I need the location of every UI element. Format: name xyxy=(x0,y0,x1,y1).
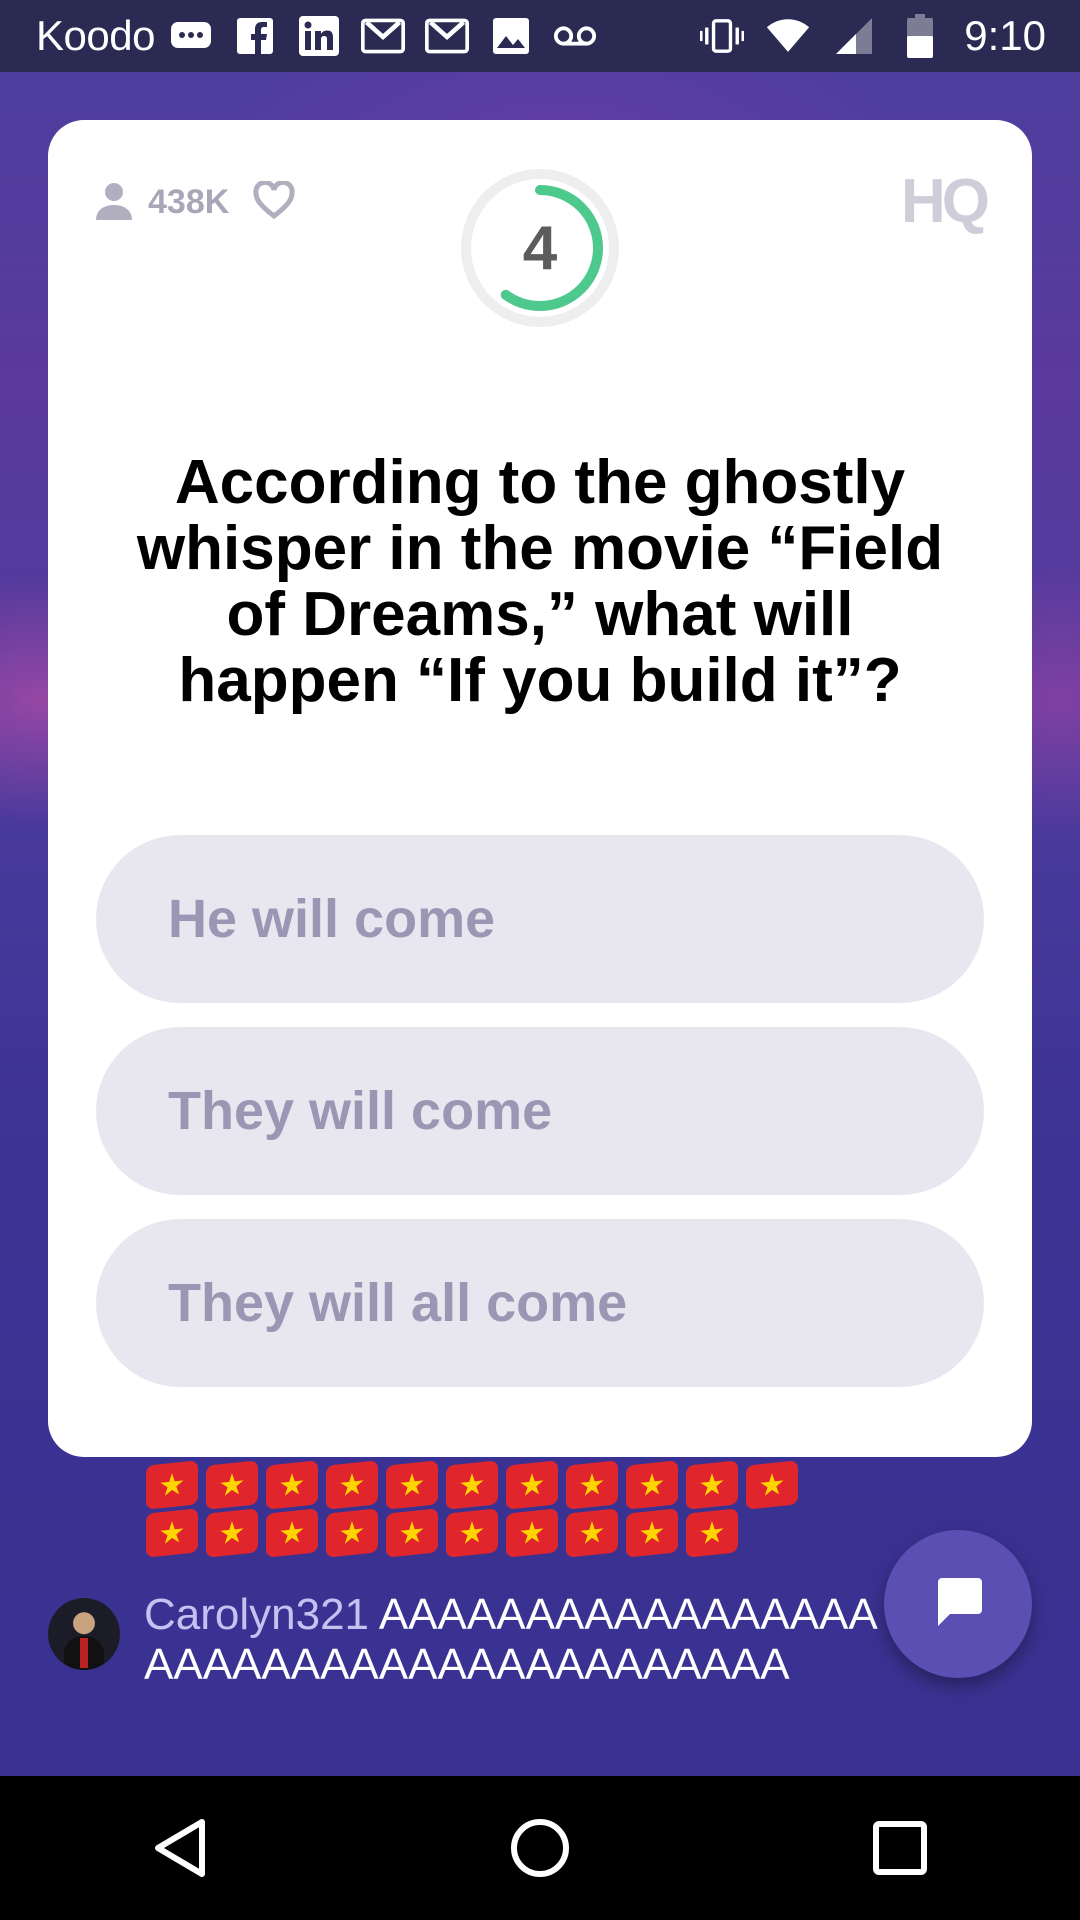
vietnam-flag-emoji: ★ xyxy=(626,1460,678,1510)
notification-icons xyxy=(169,14,597,58)
timer-value: 4 xyxy=(522,213,558,283)
vietnam-flag-emoji: ★ xyxy=(746,1460,798,1510)
chat-username: Carolyn321 xyxy=(144,1590,370,1639)
vietnam-flag-emoji: ★ xyxy=(146,1508,198,1558)
vietnam-flag-emoji: ★ xyxy=(326,1508,378,1558)
chat-reactions: ★ ★ ★ ★ ★ ★ ★ ★ ★ ★ ★ ★ ★ ★ ★ ★ ★ ★ ★ ★ ★ xyxy=(146,1460,846,1559)
flag-row: ★ ★ ★ ★ ★ ★ ★ ★ ★ ★ xyxy=(146,1508,846,1558)
vietnam-flag-emoji: ★ xyxy=(206,1508,258,1558)
vietnam-flag-emoji: ★ xyxy=(566,1508,618,1558)
answer-label: They will all come xyxy=(168,1273,628,1333)
chat-icon xyxy=(930,1574,986,1635)
vietnam-flag-emoji: ★ xyxy=(266,1508,318,1558)
vibrate-icon xyxy=(700,14,745,58)
chat-bubble-icon xyxy=(169,14,213,58)
vietnam-flag-emoji: ★ xyxy=(686,1508,738,1558)
chat-toggle-button[interactable] xyxy=(884,1530,1032,1678)
answer-label: He will come xyxy=(168,889,496,949)
vietnam-flag-emoji: ★ xyxy=(566,1460,618,1510)
vietnam-flag-emoji: ★ xyxy=(506,1508,558,1558)
avatar xyxy=(48,1598,120,1670)
vietnam-flag-emoji: ★ xyxy=(386,1508,438,1558)
status-bar: Koodo 9:10 xyxy=(0,0,1080,72)
heart-icon[interactable] xyxy=(253,179,295,224)
vietnam-flag-emoji: ★ xyxy=(446,1460,498,1510)
vietnam-flag-emoji: ★ xyxy=(206,1460,258,1510)
voicemail-icon xyxy=(553,14,597,58)
linkedin-icon xyxy=(297,14,341,58)
gmail-icon xyxy=(424,14,469,58)
vietnam-flag-emoji: ★ xyxy=(326,1460,378,1510)
vietnam-flag-emoji: ★ xyxy=(686,1460,738,1510)
facebook-icon xyxy=(233,14,277,58)
vietnam-flag-emoji: ★ xyxy=(446,1508,498,1558)
wifi-icon xyxy=(766,14,810,58)
battery-icon xyxy=(898,14,942,58)
recents-icon xyxy=(873,1821,927,1875)
chat-text: Carolyn321 AAAAAAAAAAAAAAAAAAAAAAAAAAAAA… xyxy=(144,1590,904,1690)
question-card: 438K 4 HQ According to the ghostly whisp… xyxy=(48,120,1032,1457)
back-button[interactable] xyxy=(140,1808,220,1888)
back-icon xyxy=(155,1819,205,1877)
clock: 9:10 xyxy=(964,12,1046,59)
gmail-icon xyxy=(360,14,405,58)
person-icon xyxy=(94,180,134,225)
vietnam-flag-emoji: ★ xyxy=(386,1460,438,1510)
avatar-tie xyxy=(80,1638,88,1668)
vietnam-flag-emoji: ★ xyxy=(506,1460,558,1510)
system-icons: 9:10 xyxy=(700,12,1046,60)
recents-button[interactable] xyxy=(860,1808,940,1888)
home-button[interactable] xyxy=(500,1808,580,1888)
signal-icon xyxy=(832,14,876,58)
answer-option-2[interactable]: They will come xyxy=(96,1027,984,1195)
image-icon xyxy=(489,14,533,58)
answer-option-1[interactable]: He will come xyxy=(96,835,984,1003)
countdown-timer: 4 xyxy=(458,166,622,330)
viewer-info: 438K xyxy=(94,179,295,225)
answer-label: They will come xyxy=(168,1081,553,1141)
flag-row: ★ ★ ★ ★ ★ ★ ★ ★ ★ ★ ★ xyxy=(146,1460,846,1510)
hq-logo: HQ xyxy=(901,167,990,236)
home-icon xyxy=(511,1819,569,1877)
vietnam-flag-emoji: ★ xyxy=(266,1460,318,1510)
answer-option-3[interactable]: They will all come xyxy=(96,1219,984,1387)
navigation-bar xyxy=(0,1776,1080,1920)
vietnam-flag-emoji: ★ xyxy=(146,1460,198,1510)
carrier-name: Koodo xyxy=(36,12,155,59)
viewer-count: 438K xyxy=(148,183,230,221)
vietnam-flag-emoji: ★ xyxy=(626,1508,678,1558)
question-text: According to the ghostly whisper in the … xyxy=(136,448,944,715)
